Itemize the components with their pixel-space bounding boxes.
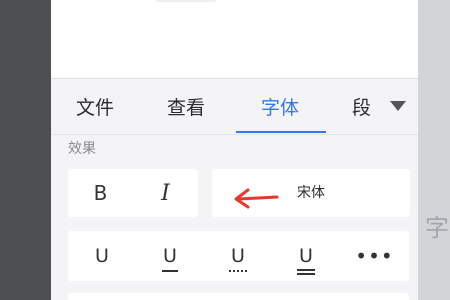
italic-button[interactable]: I	[133, 169, 198, 217]
underline-thick-icon: U	[297, 245, 315, 275]
bold-button[interactable]: B	[68, 169, 133, 217]
underline-stroke	[162, 270, 178, 272]
font-format-panel: 文件 查看 字体 段 效果 B I 宋体 U U U U •••	[51, 0, 418, 300]
underline-row: U U U U •••	[68, 231, 409, 281]
more-button[interactable]: •••	[340, 231, 409, 281]
document-text-fragment	[156, 0, 216, 2]
tab-bar: 文件 查看 字体 段	[51, 79, 418, 135]
chevron-down-icon[interactable]	[390, 101, 406, 111]
underline-single-button[interactable]: U	[68, 231, 136, 281]
underline-stroke	[297, 269, 315, 271]
red-arrow-icon	[234, 188, 279, 209]
active-tab-indicator	[236, 131, 326, 133]
italic-icon: I	[161, 180, 170, 206]
underline-stroke	[297, 273, 315, 275]
document-area[interactable]	[51, 0, 418, 79]
tab-paragraph[interactable]: 段	[352, 96, 371, 120]
next-row-card	[68, 293, 409, 300]
underline-thick-button[interactable]: U	[272, 231, 340, 281]
underline-double-button[interactable]: U	[136, 231, 204, 281]
underline-stroke	[229, 270, 247, 272]
bold-italic-card: B I	[68, 169, 198, 217]
underline-dotted-icon: U	[229, 245, 247, 272]
background-ghost-text: 字	[425, 214, 449, 242]
more-icon: •••	[355, 244, 394, 268]
tab-view[interactable]: 查看	[167, 96, 205, 120]
underline-dotted-button[interactable]: U	[204, 231, 272, 281]
tab-file[interactable]: 文件	[76, 96, 114, 120]
underline-single-icon: U	[95, 245, 109, 267]
tab-font[interactable]: 字体	[261, 96, 299, 120]
bold-icon: B	[93, 181, 108, 205]
underline-double-icon: U	[162, 245, 178, 272]
section-label-effects: 效果	[68, 141, 96, 157]
